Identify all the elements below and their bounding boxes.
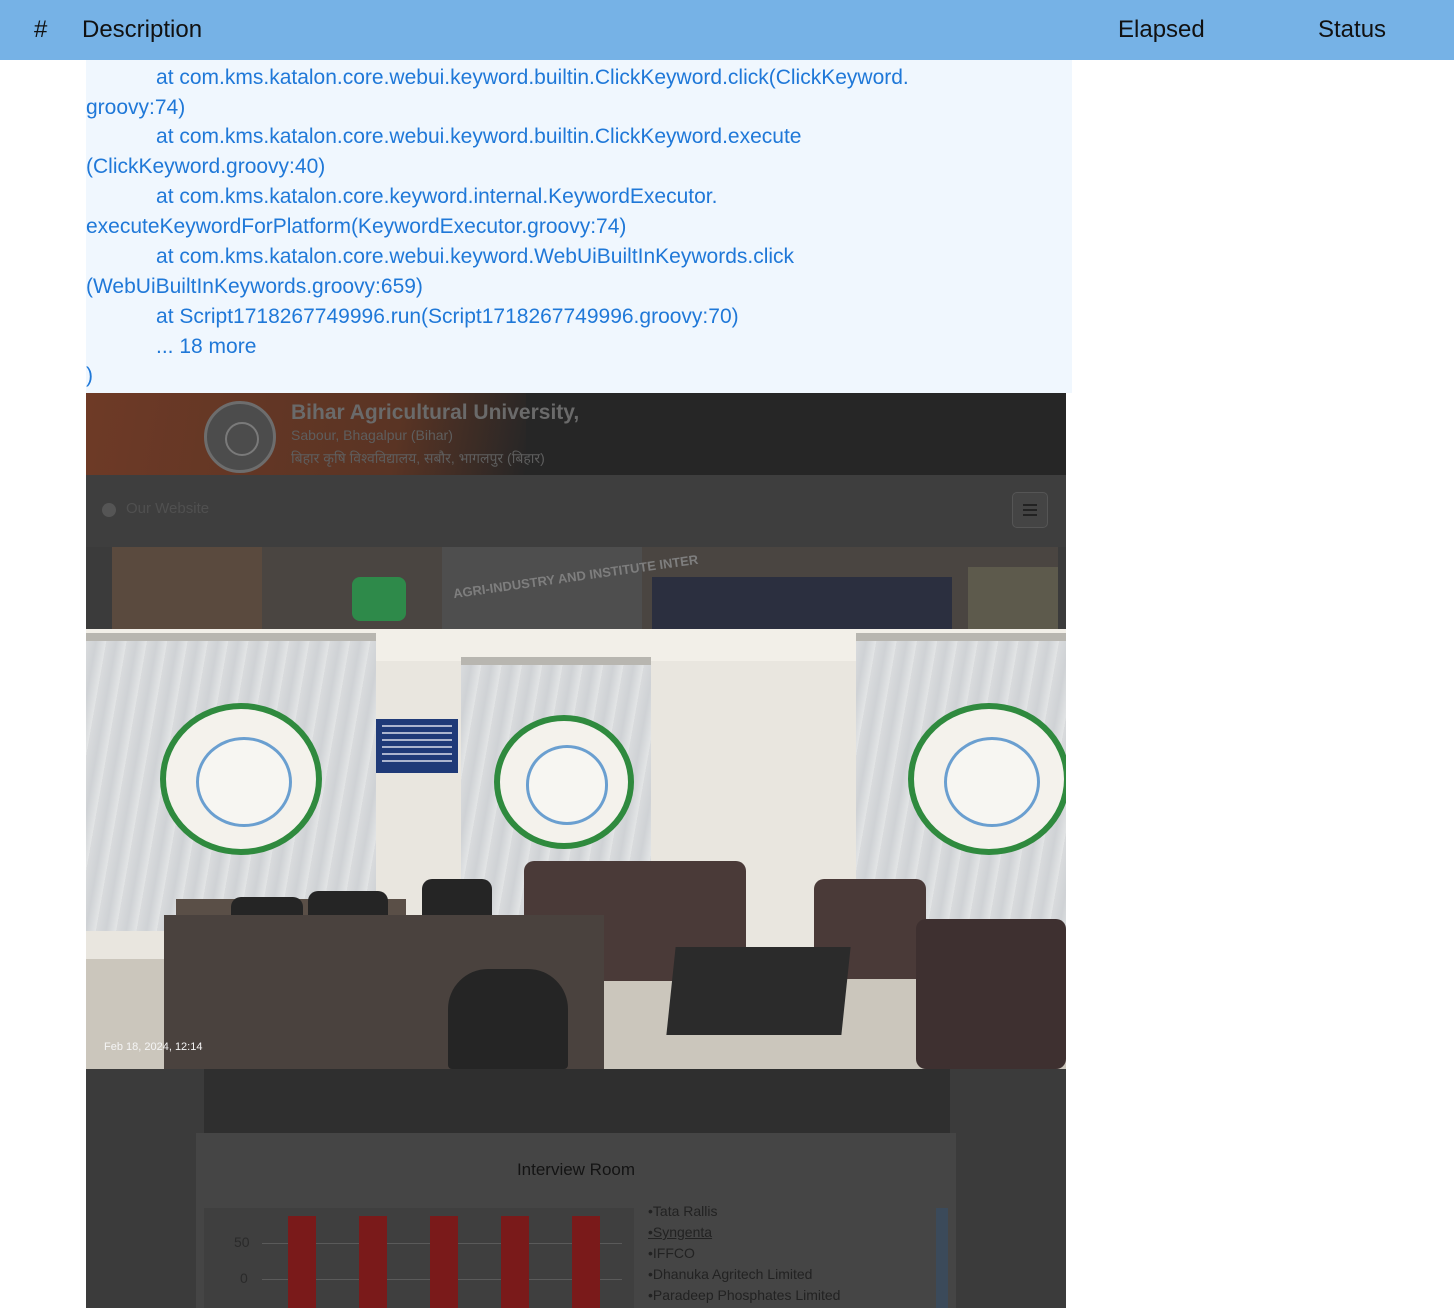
university-seal-icon bbox=[204, 401, 276, 473]
results-table-header: # Description Elapsed Status bbox=[0, 0, 1454, 60]
chart-bar bbox=[501, 1215, 529, 1308]
dimmed-photo-strip bbox=[204, 1069, 950, 1133]
company-item: •Paradeep Phosphates Limited bbox=[648, 1287, 841, 1303]
university-name: Bihar Agricultural University, bbox=[291, 401, 580, 424]
poster-text-lines bbox=[382, 725, 452, 767]
banner-panel bbox=[968, 567, 1058, 629]
stack-trace-line: ) bbox=[86, 364, 93, 387]
hamburger-menu-button[interactable] bbox=[1012, 492, 1048, 528]
stack-trace-line: (WebUiBuiltInKeywords.groovy:659) bbox=[86, 275, 423, 298]
menu-bar bbox=[1023, 509, 1037, 511]
coffee-table bbox=[666, 947, 851, 1035]
company-item: •Dhanuka Agritech Limited bbox=[648, 1266, 813, 1282]
company-item: •Tata Rallis bbox=[648, 1203, 718, 1219]
stack-trace-line: at Script1718267749996.run(Script1718267… bbox=[86, 305, 739, 328]
office-chair bbox=[448, 969, 568, 1069]
graduation-cap-icon bbox=[352, 577, 406, 621]
interview-room-photo: Feb 18, 2024, 12:14 bbox=[86, 629, 1066, 1069]
university-emblem bbox=[494, 715, 634, 849]
stack-trace-block: at com.kms.katalon.core.webui.keyword.bu… bbox=[86, 60, 1072, 393]
chart-bar bbox=[430, 1215, 458, 1308]
stack-trace-line: at com.kms.katalon.core.keyword.internal… bbox=[86, 185, 718, 208]
y-tick-label: 0 bbox=[240, 1270, 248, 1286]
university-emblem bbox=[160, 703, 322, 855]
wall-poster bbox=[376, 719, 458, 773]
failure-screenshot: Bihar Agricultural University, Sabour, B… bbox=[86, 393, 1066, 1308]
site-header: Bihar Agricultural University, Sabour, B… bbox=[86, 393, 1066, 475]
armchair bbox=[916, 919, 1066, 1069]
menu-bar bbox=[1023, 504, 1037, 506]
room-caption: Interview Room bbox=[516, 1160, 636, 1179]
column-header-description: Description bbox=[82, 16, 203, 43]
chart-bar bbox=[288, 1215, 316, 1308]
banner-panel bbox=[652, 577, 952, 629]
site-navbar: Our Website bbox=[86, 475, 1066, 547]
column-header-elapsed: Elapsed bbox=[1118, 16, 1205, 43]
company-list: •Tata Rallis •Syngenta •IFFCO •Dhanuka A… bbox=[648, 1201, 840, 1306]
nav-link[interactable]: Our Website bbox=[126, 500, 209, 517]
banner-panel bbox=[112, 547, 262, 629]
university-location: Sabour, Bhagalpur (Bihar) bbox=[291, 427, 453, 443]
university-emblem bbox=[908, 703, 1066, 855]
chart-bar bbox=[359, 1215, 387, 1308]
stack-trace-line: executeKeywordForPlatform(KeywordExecuto… bbox=[86, 215, 627, 238]
stack-trace-line: at com.kms.katalon.core.webui.keyword.We… bbox=[86, 245, 795, 268]
menu-bar bbox=[1023, 514, 1037, 516]
stack-trace-line: ... 18 more bbox=[86, 335, 257, 358]
stack-trace-line: at com.kms.katalon.core.webui.keyword.bu… bbox=[86, 66, 909, 89]
y-tick-label: 50 bbox=[234, 1234, 250, 1250]
company-item: •IFFCO bbox=[648, 1245, 695, 1261]
globe-icon bbox=[102, 503, 116, 517]
stack-trace-line: at com.kms.katalon.core.webui.keyword.bu… bbox=[86, 125, 802, 148]
stack-trace-line: groovy:74) bbox=[86, 96, 186, 119]
university-hindi-name: बिहार कृषि विश्वविद्यालय, सबौर, भागलपुर … bbox=[291, 450, 545, 466]
chart-side-accent bbox=[936, 1208, 948, 1308]
stack-trace-line: (ClickKeyword.groovy:40) bbox=[86, 155, 326, 178]
photo-timestamp: Feb 18, 2024, 12:14 bbox=[104, 1041, 203, 1053]
news-banner-strip: AGRI-INDUSTRY AND INSTITUTE INTER bbox=[112, 547, 1058, 629]
company-item: •Syngenta bbox=[648, 1224, 713, 1240]
chart-bar bbox=[572, 1215, 600, 1308]
placement-bar-chart: 50 0 bbox=[204, 1208, 634, 1308]
column-header-status: Status bbox=[1318, 16, 1387, 43]
column-header-number: # bbox=[34, 16, 48, 43]
